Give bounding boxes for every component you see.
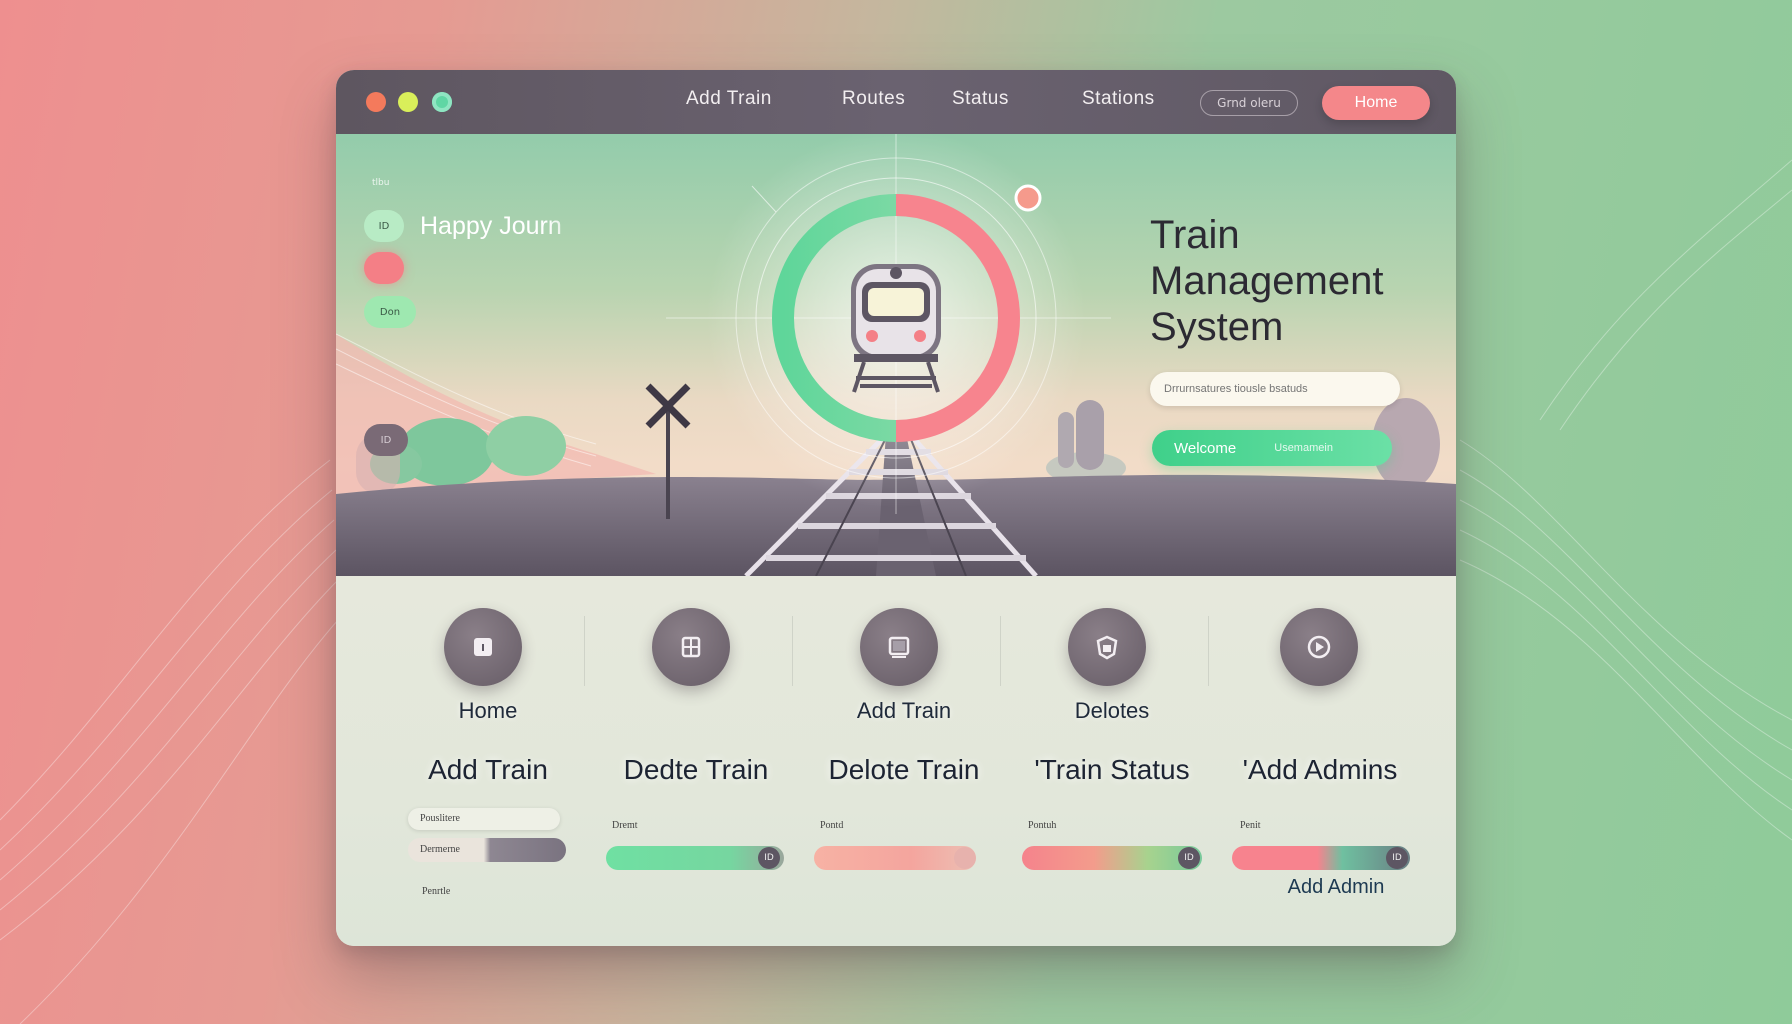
slider-knob[interactable]: ID bbox=[1178, 847, 1200, 869]
close-window-dot[interactable] bbox=[366, 92, 386, 112]
title-bar: Add Train Routes Status Stations Grnd ol… bbox=[336, 70, 1456, 134]
feature-heading: 'Add Admins bbox=[1242, 754, 1398, 785]
feature-heading: Add Train bbox=[428, 754, 548, 785]
side-pill-pink[interactable] bbox=[364, 252, 404, 284]
title-line: Management bbox=[1150, 259, 1384, 303]
app-window: Add Train Routes Status Stations Grnd ol… bbox=[336, 70, 1456, 946]
feature-heading: 'Train Status bbox=[1034, 754, 1190, 785]
field-label: Penit bbox=[1240, 820, 1261, 831]
feature-label[interactable]: Add Train bbox=[800, 698, 1008, 724]
welcome-button-sub: Usemamein bbox=[1274, 442, 1333, 454]
feature-label[interactable]: Home bbox=[384, 698, 592, 724]
monitor-icon[interactable] bbox=[860, 608, 938, 686]
slider-knob[interactable]: ID bbox=[758, 847, 780, 869]
feature-column-status: Delotes 'Train Status Pontuh ID bbox=[1008, 576, 1216, 946]
progress-slider[interactable]: Dermerne bbox=[408, 838, 566, 862]
home-button[interactable]: Home bbox=[1322, 86, 1430, 120]
page-title: Train Management System bbox=[1150, 212, 1450, 350]
nav-add-train[interactable]: Add Train bbox=[686, 88, 772, 110]
hero-illustration bbox=[336, 134, 1456, 576]
slider-knob[interactable]: ID bbox=[1386, 847, 1408, 869]
hero-banner: tlbu ID Don ID Happy Journ Train Managem… bbox=[336, 134, 1456, 576]
field-label: Pontd bbox=[820, 820, 844, 831]
slider-knob[interactable] bbox=[954, 847, 976, 869]
add-admin-link[interactable]: Add Admin bbox=[1236, 876, 1436, 899]
progress-slider[interactable]: ID bbox=[1022, 846, 1202, 870]
side-pill-id-lower[interactable]: ID bbox=[364, 424, 408, 456]
nav-status[interactable]: Status bbox=[952, 88, 1009, 110]
feature-column-home: Home Add Train Pouslitere Dermerne Penrt… bbox=[384, 576, 592, 946]
maximize-window-dot[interactable] bbox=[432, 92, 452, 112]
hero-search-input[interactable] bbox=[1150, 372, 1400, 406]
progress-slider[interactable] bbox=[814, 846, 976, 870]
document-icon[interactable] bbox=[652, 608, 730, 686]
title-line: Train bbox=[1150, 213, 1240, 257]
field-label: Pontuh bbox=[1028, 820, 1057, 831]
minimize-window-dot[interactable] bbox=[398, 92, 418, 112]
field-label: Penrtle bbox=[422, 886, 451, 897]
play-icon[interactable] bbox=[1280, 608, 1358, 686]
feature-panel: Home Add Train Pouslitere Dermerne Penrt… bbox=[336, 576, 1456, 946]
feature-heading: Dedte Train bbox=[623, 754, 769, 785]
progress-slider[interactable]: ID bbox=[1232, 846, 1410, 870]
door-icon[interactable] bbox=[444, 608, 522, 686]
shield-icon[interactable] bbox=[1068, 608, 1146, 686]
feature-column-delete: Dedte Train Dremt ID bbox=[592, 576, 800, 946]
side-pill-id[interactable]: ID bbox=[364, 210, 404, 242]
happy-journey-label: Happy Journ bbox=[420, 212, 562, 240]
side-pill-don[interactable]: Don bbox=[364, 296, 416, 328]
text-field[interactable]: Pouslitere bbox=[408, 808, 560, 830]
feature-column-add-train: Add Train Delote Train Pontd bbox=[800, 576, 1008, 946]
nav-routes[interactable]: Routes bbox=[842, 88, 905, 110]
welcome-button-label: Welcome bbox=[1174, 439, 1237, 457]
nav-search-field[interactable]: Grnd oleru bbox=[1200, 90, 1298, 116]
nav-stations[interactable]: Stations bbox=[1082, 88, 1155, 110]
side-small-label: tlbu bbox=[372, 178, 390, 188]
field-label: Dremt bbox=[612, 820, 638, 831]
feature-label[interactable]: Delotes bbox=[1008, 698, 1216, 724]
feature-heading: Delote Train bbox=[828, 754, 980, 785]
progress-slider[interactable]: ID bbox=[606, 846, 784, 870]
title-line: System bbox=[1150, 305, 1284, 349]
welcome-button[interactable]: Welcome Usemamein bbox=[1152, 430, 1392, 466]
